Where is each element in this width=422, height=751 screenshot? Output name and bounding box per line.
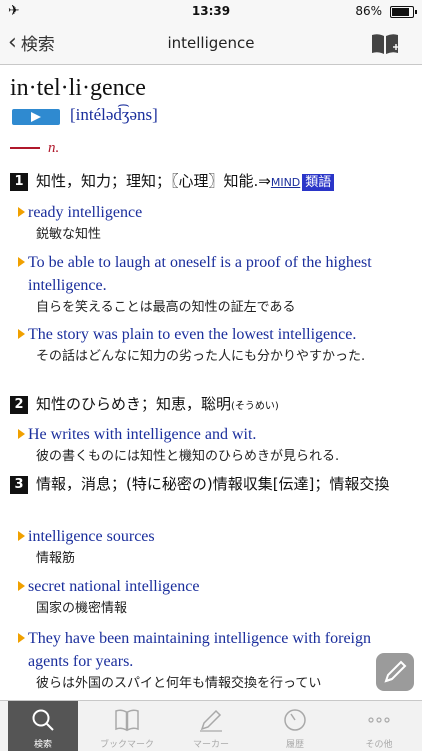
sense-3: 3 情報，消息；(特に秘密の)情報収集[伝達]；情報交換 bbox=[10, 471, 410, 497]
sense-number: 1 bbox=[10, 173, 28, 191]
book-icon bbox=[115, 709, 139, 732]
tab-label: ブックマーク bbox=[99, 740, 154, 750]
sense-reading: (そうめい) bbox=[231, 401, 279, 412]
tab-bookmarks[interactable]: ブックマーク bbox=[92, 701, 162, 751]
sense-1: 1 知性，知力；理知；〖心理〗知能.⇒MIND 類語 bbox=[10, 168, 410, 196]
pronunciation: [intéləd͡ʒəns] bbox=[70, 105, 158, 124]
example-japanese: 彼の書くものには知性と機知のひらめきが見られる. bbox=[36, 449, 340, 464]
add-bookmark-icon[interactable] bbox=[370, 32, 400, 56]
example-item: secret national intelligence 国家の機密情報 bbox=[18, 575, 414, 620]
sense-2: 2 知性のひらめき；知恵，聡明(そうめい) bbox=[10, 391, 410, 420]
marker-pen-button[interactable] bbox=[376, 653, 414, 691]
play-audio-button[interactable] bbox=[12, 109, 60, 125]
tab-label: 履歴 bbox=[285, 740, 304, 750]
example-english[interactable]: The story was plain to even the lowest i… bbox=[18, 323, 414, 346]
tab-label: 検索 bbox=[33, 740, 52, 750]
sense-number: 2 bbox=[10, 396, 28, 414]
marker-icon bbox=[200, 709, 222, 732]
tab-bar: 検索 ブックマーク マーカー 履歴 その他 bbox=[0, 700, 422, 751]
example-item: He writes with intelligence and wit. 彼の書… bbox=[18, 423, 414, 468]
tab-label: マーカー bbox=[192, 740, 229, 750]
example-japanese: 鋭敏な知性 bbox=[36, 227, 102, 242]
synonym-badge[interactable]: 類語 bbox=[302, 174, 335, 191]
tab-marker[interactable]: マーカー bbox=[176, 701, 246, 751]
tab-history[interactable]: 履歴 bbox=[260, 701, 330, 751]
tab-search[interactable]: 検索 bbox=[8, 701, 78, 751]
example-japanese: 情報筋 bbox=[36, 551, 76, 566]
tab-label: その他 bbox=[365, 740, 393, 750]
history-icon bbox=[284, 709, 306, 731]
more-icon bbox=[368, 717, 390, 723]
example-item: intelligence sources 情報筋 bbox=[18, 525, 414, 570]
sense-number: 3 bbox=[10, 476, 28, 494]
example-japanese: 彼らは外国のスパイと何年も情報交換を行ってい bbox=[36, 676, 322, 691]
example-item: They have been maintaining intelligence … bbox=[18, 627, 414, 695]
status-bar: ✈ 13:39 86% bbox=[0, 0, 422, 22]
pencil-icon bbox=[384, 660, 407, 683]
example-english[interactable]: ready intelligence bbox=[18, 201, 414, 224]
example-japanese: 自らを笑えることは最高の知性の証左である bbox=[36, 300, 296, 315]
example-english[interactable]: They have been maintaining intelligence … bbox=[18, 627, 414, 673]
page-title: intelligence bbox=[167, 34, 255, 52]
example-item: The story was plain to even the lowest i… bbox=[18, 323, 414, 368]
example-japanese: その話はどんなに知力の劣った人にも分かりやすかった. bbox=[36, 349, 366, 364]
sense-definition: 情報，消息；(特に秘密の)情報収集[伝達]；情報交換 bbox=[36, 475, 390, 493]
sense-definition: 知性，知力；理知；〖心理〗知能.⇒ bbox=[36, 172, 271, 190]
entry-content: in·tel·li·gence [intéləd͡ʒəns] n. 1 知性，知力… bbox=[0, 65, 422, 700]
nav-bar: ‹ 検索 intelligence bbox=[0, 22, 422, 65]
search-icon bbox=[32, 709, 54, 731]
example-item: To be able to laugh at oneself is a proo… bbox=[18, 251, 414, 319]
cross-reference-link[interactable]: MIND bbox=[271, 176, 300, 189]
battery-percent: 86% bbox=[355, 4, 382, 18]
example-english[interactable]: secret national intelligence bbox=[18, 575, 414, 598]
example-english[interactable]: To be able to laugh at oneself is a proo… bbox=[18, 251, 414, 297]
example-item: ready intelligence 鋭敏な知性 bbox=[18, 201, 414, 246]
sense-definition: 知性のひらめき；知恵，聡明 bbox=[36, 395, 232, 413]
pos-divider bbox=[10, 147, 40, 149]
battery-icon bbox=[390, 6, 417, 18]
example-english[interactable]: He writes with intelligence and wit. bbox=[18, 423, 414, 446]
headword: in·tel·li·gence bbox=[10, 75, 146, 101]
part-of-speech: n. bbox=[48, 140, 60, 156]
tab-more[interactable]: その他 bbox=[344, 701, 414, 751]
example-english[interactable]: intelligence sources bbox=[18, 525, 414, 548]
example-japanese: 国家の機密情報 bbox=[36, 601, 128, 616]
